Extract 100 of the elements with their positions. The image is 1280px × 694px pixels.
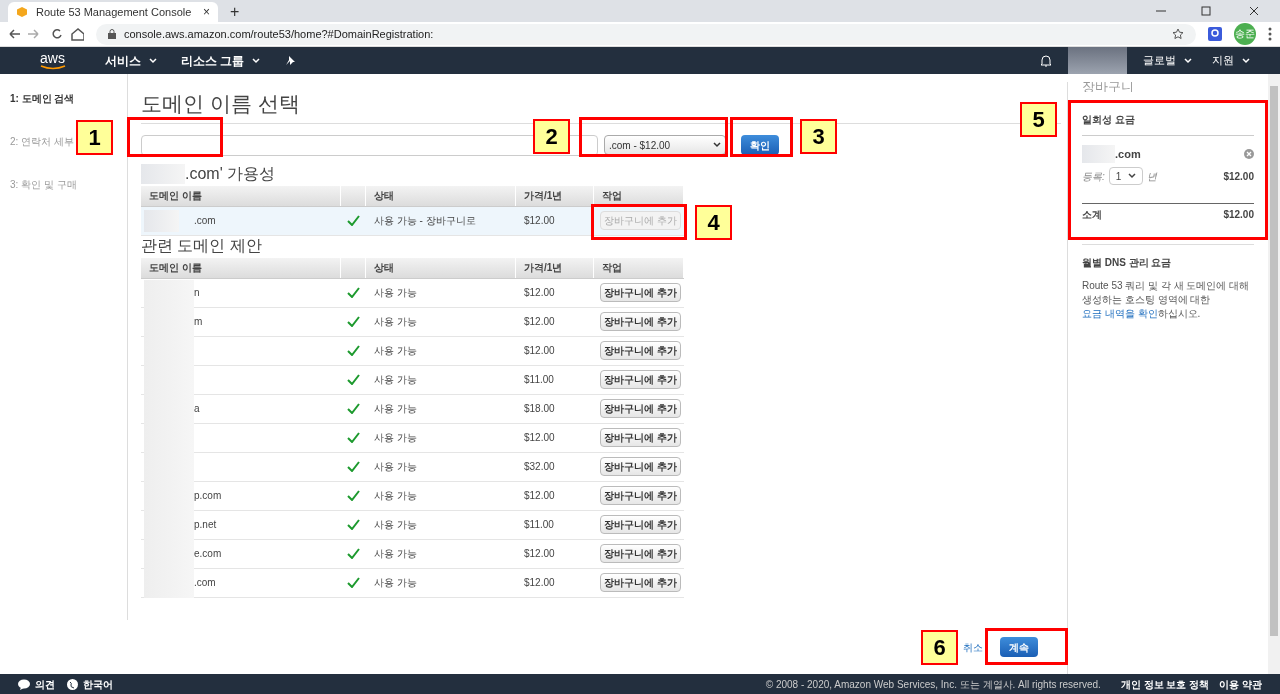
status-text: 사용 가능 bbox=[374, 345, 417, 356]
domain-name: n bbox=[194, 286, 200, 300]
add-to-cart-button[interactable]: 장바구니에 추가 bbox=[600, 399, 681, 418]
status-text: 사용 가능 bbox=[374, 374, 417, 385]
check-icon bbox=[347, 345, 360, 356]
domain-name: p.com bbox=[194, 489, 222, 503]
add-to-cart-button[interactable]: 장바구니에 추가 bbox=[600, 457, 681, 476]
navigation-buttons-icon[interactable] bbox=[8, 27, 84, 41]
tld-select[interactable]: .com - $12.00 bbox=[604, 135, 726, 155]
new-tab-button[interactable]: + bbox=[218, 2, 252, 22]
blurred-domain-name bbox=[141, 163, 185, 184]
nav-menu[interactable]: 글로벌 bbox=[1143, 52, 1192, 69]
smile-icon bbox=[39, 65, 66, 70]
aws-logo[interactable]: aws bbox=[0, 51, 105, 70]
price-text: $12.00 bbox=[524, 432, 555, 443]
cancel-link[interactable]: 취소 bbox=[963, 640, 983, 655]
subtotal-amount: $12.00 bbox=[1223, 208, 1254, 222]
domain-name: e.com bbox=[194, 547, 222, 561]
check-icon bbox=[347, 461, 360, 472]
add-to-cart-button[interactable]: 장바구니에 추가 bbox=[600, 312, 681, 331]
domain-name: .com bbox=[194, 576, 216, 590]
check-icon bbox=[347, 577, 360, 588]
status-text: 사용 가능 bbox=[374, 577, 417, 588]
caret-icon bbox=[1184, 57, 1192, 64]
price-text: $12.00 bbox=[524, 316, 555, 327]
remove-icon[interactable] bbox=[1244, 149, 1254, 159]
language-selector[interactable]: 한국어 bbox=[83, 676, 113, 692]
add-to-cart-button[interactable]: 장바구니에 추가 bbox=[600, 573, 681, 592]
check-icon bbox=[347, 316, 360, 327]
add-to-cart-button[interactable]: 장바구니에 추가 bbox=[600, 370, 681, 389]
price-text: $12.00 bbox=[524, 577, 555, 588]
pin-icon[interactable] bbox=[284, 54, 297, 67]
callout-number: 6 bbox=[921, 630, 958, 665]
column-header: 가격/1년 bbox=[524, 261, 563, 275]
status-text: 사용 가능 bbox=[374, 519, 417, 530]
nav-menu[interactable]: 리소스 그룹 bbox=[181, 51, 261, 70]
status-text: 사용 가능 bbox=[374, 461, 417, 472]
column-header: 도메인 이름 bbox=[149, 189, 202, 203]
add-to-cart-button[interactable]: 장바구니에 추가 bbox=[600, 486, 681, 505]
globe-icon[interactable] bbox=[67, 678, 78, 690]
check-icon bbox=[347, 374, 360, 385]
price-text: $18.00 bbox=[524, 403, 555, 414]
check-button[interactable]: 확인 bbox=[741, 135, 779, 155]
domain-name: .com bbox=[194, 214, 216, 228]
continue-button[interactable]: 계속 bbox=[1000, 637, 1038, 657]
lock-icon bbox=[108, 29, 116, 39]
browser-tab[interactable]: Route 53 Management Console × bbox=[8, 2, 218, 22]
add-to-cart-button[interactable]: 장바구니에 추가 bbox=[600, 428, 681, 447]
check-icon bbox=[347, 287, 360, 298]
check-icon bbox=[347, 519, 360, 530]
price-text: $11.00 bbox=[524, 519, 554, 530]
check-icon bbox=[347, 432, 360, 443]
check-icon bbox=[347, 548, 360, 559]
highlight-box bbox=[730, 117, 793, 157]
nav-menu[interactable]: 지원 bbox=[1212, 52, 1250, 69]
section-heading: .com' 가용성 bbox=[185, 163, 276, 184]
status-text: 사용 가능 bbox=[374, 316, 417, 327]
cart-domain: .com bbox=[1115, 146, 1142, 162]
fee-note: Route 53 쿼리 및 각 새 도메인에 대해 생성하는 호스팅 영역에 대한 요금 내역을 확인하십시오. bbox=[1082, 279, 1251, 321]
column-header: 도메인 이름 bbox=[149, 261, 202, 275]
monthly-fee-label: 월별 DNS 관리 요금 bbox=[1082, 244, 1254, 270]
footer-link[interactable]: 이용 약관 bbox=[1219, 676, 1262, 692]
term-select[interactable]: 1 bbox=[1108, 167, 1143, 185]
feedback-link[interactable]: 의견 bbox=[35, 676, 55, 692]
add-to-cart-button[interactable]: 장바구니에 추가 bbox=[600, 544, 681, 563]
speech-bubble-icon[interactable] bbox=[18, 678, 30, 690]
copyright-text: © 2008 - 2020, Amazon Web Services, Inc. 또는 계열사. All rights reserved. bbox=[765, 677, 1101, 692]
extension-icon[interactable] bbox=[1208, 27, 1222, 41]
subtotal-label: 소계 bbox=[1082, 208, 1102, 222]
blurred-account-name bbox=[1068, 47, 1127, 74]
add-to-cart-button[interactable]: 장바구니에 추가 bbox=[600, 341, 681, 360]
status-text: 사용 가능 bbox=[374, 432, 417, 443]
callout-number: 5 bbox=[1020, 102, 1057, 137]
price-text: $12.00 bbox=[524, 490, 555, 501]
close-tab-button[interactable]: × bbox=[203, 3, 210, 21]
caret-icon bbox=[1242, 57, 1250, 64]
price-text: $11.00 bbox=[524, 374, 554, 385]
caret-icon bbox=[713, 142, 721, 148]
nav-menu[interactable]: 서비스 bbox=[105, 51, 157, 70]
scrollbar[interactable] bbox=[1268, 74, 1280, 674]
step-item[interactable]: 1: 도메인 검색 bbox=[10, 91, 75, 106]
status-text: 사용 가능 bbox=[374, 287, 417, 298]
bell-icon[interactable] bbox=[1040, 54, 1052, 67]
fee-details-link[interactable]: 요금 내역을 확인 bbox=[1082, 308, 1158, 319]
term-unit: 년 bbox=[1146, 169, 1158, 184]
price-text: $12.00 bbox=[524, 548, 555, 559]
caret-icon bbox=[1127, 173, 1136, 179]
more-menu-icon[interactable] bbox=[1268, 27, 1272, 41]
blurred-domain-name bbox=[1082, 145, 1115, 163]
domain-name: a bbox=[194, 402, 200, 416]
check-icon bbox=[347, 215, 360, 226]
footer-link[interactable]: 개인 정보 보호 정책 bbox=[1120, 676, 1210, 692]
add-to-cart-button[interactable]: 장바구니에 추가 bbox=[600, 515, 681, 534]
url-text: console.aws.amazon.com/route53/home?#DomainRegistration: bbox=[124, 26, 435, 42]
section-heading: 관련 도메인 제안 bbox=[141, 235, 262, 256]
add-to-cart-button[interactable]: 장바구니에 추가 bbox=[600, 283, 681, 302]
address-bar[interactable]: console.aws.amazon.com/route53/home?#DomainRegistration: bbox=[96, 23, 1196, 45]
star-icon[interactable] bbox=[1172, 28, 1184, 40]
price-text: $12.00 bbox=[524, 345, 555, 356]
cube-icon bbox=[16, 6, 28, 18]
